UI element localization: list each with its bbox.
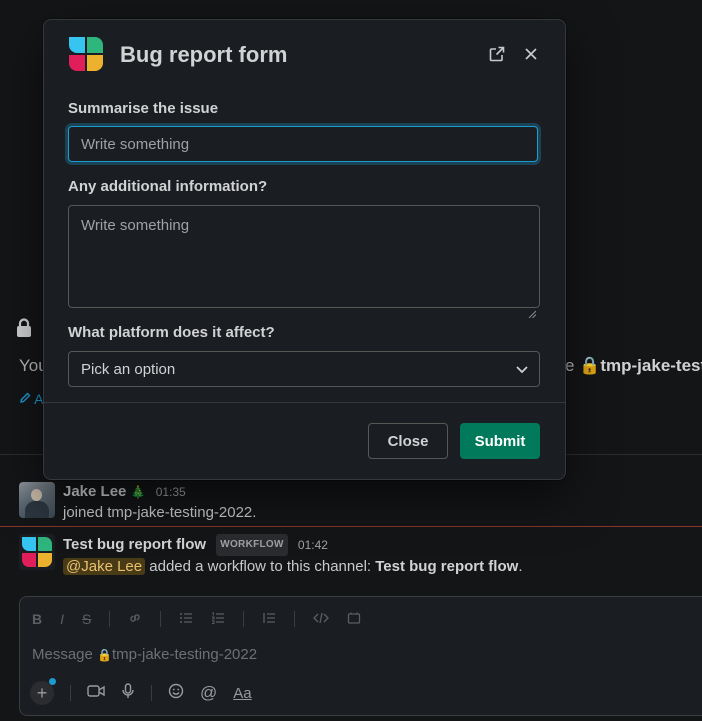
summary-input[interactable]	[68, 126, 538, 162]
workflow-badge: WORKFLOW	[216, 534, 288, 556]
message-timestamp[interactable]: 01:42	[298, 538, 328, 552]
attach-button[interactable]: +	[30, 678, 56, 705]
notification-dot	[49, 678, 56, 685]
lock-icon: e 🔒	[565, 356, 601, 375]
avatar[interactable]	[19, 534, 55, 570]
mention-icon[interactable]: @	[200, 683, 217, 703]
numbered-list-icon[interactable]	[211, 611, 225, 628]
divider	[109, 611, 111, 627]
message-author[interactable]: Test bug report flow	[63, 536, 206, 553]
message-text: @Jake Lee added a workflow to this chann…	[63, 556, 702, 578]
divider	[160, 611, 162, 627]
channel-intro-name: e 🔒tmp-jake-testi	[565, 356, 702, 376]
link-icon[interactable]	[128, 611, 142, 628]
composer-channel: tmp-jake-testing-2022	[112, 646, 258, 663]
details-textarea[interactable]	[68, 205, 540, 308]
divider	[151, 685, 152, 701]
divider	[70, 685, 71, 701]
resize-handle-icon[interactable]	[528, 310, 536, 318]
workflow-app-icon	[22, 537, 52, 567]
modal-title: Bug report form	[120, 42, 288, 67]
channel-name: tmp-jake-testi	[600, 356, 702, 375]
message-author[interactable]: Jake Lee	[63, 483, 126, 500]
submit-button[interactable]: Submit	[460, 423, 540, 459]
bug-report-modal: Bug report form Summarise the issue Any …	[43, 19, 566, 480]
new-messages-line	[0, 526, 702, 527]
formatting-toolbar: B I S	[32, 607, 361, 631]
platform-label: What platform does it affect?	[68, 324, 275, 341]
bulleted-list-icon[interactable]	[179, 611, 193, 628]
close-icon[interactable]	[521, 44, 541, 64]
close-button[interactable]: Close	[368, 423, 448, 459]
code-icon[interactable]	[313, 611, 330, 628]
bold-icon[interactable]: B	[32, 611, 42, 627]
lock-icon	[16, 318, 32, 343]
composer-actions: + @ Aa	[30, 678, 252, 705]
message-composer[interactable]: B I S Message 🔒tmp-jake-testing-2022 + @…	[19, 596, 702, 716]
summary-label: Summarise the issue	[68, 100, 219, 117]
pencil-icon[interactable]: A	[19, 391, 43, 407]
divider	[243, 611, 245, 627]
microphone-icon[interactable]	[121, 683, 135, 703]
platform-select[interactable]: Pick an option	[68, 351, 540, 387]
message-timestamp[interactable]: 01:35	[156, 485, 186, 499]
divider	[294, 611, 296, 627]
blockquote-icon[interactable]	[262, 611, 276, 628]
open-in-new-window-icon[interactable]	[487, 44, 507, 64]
lock-icon: 🔒	[97, 648, 112, 662]
italic-icon[interactable]: I	[60, 611, 64, 627]
emoji-icon[interactable]	[168, 683, 184, 703]
workflow-name: Test bug report flow	[375, 558, 519, 575]
video-icon[interactable]	[87, 684, 105, 702]
workflow-app-icon	[68, 36, 104, 72]
composer-placeholder[interactable]: Message 🔒tmp-jake-testing-2022	[32, 646, 257, 663]
code-block-icon[interactable]	[347, 611, 361, 628]
status-emoji: 🎄	[130, 485, 146, 499]
message-text-part: .	[518, 558, 523, 575]
avatar[interactable]	[19, 482, 55, 518]
platform-select-value: Pick an option	[81, 361, 176, 378]
text-format-icon[interactable]: Aa	[233, 685, 251, 702]
details-label: Any additional information?	[68, 178, 268, 195]
user-mention[interactable]: @Jake Lee	[63, 558, 146, 575]
message-text: joined tmp-jake-testing-2022.	[63, 504, 257, 521]
message-text-part: added a workflow to this channel:	[145, 558, 376, 575]
strikethrough-icon[interactable]: S	[82, 611, 91, 627]
composer-placeholder-prefix: Message	[32, 646, 98, 663]
divider	[44, 402, 565, 403]
chevron-down-icon	[515, 362, 529, 381]
